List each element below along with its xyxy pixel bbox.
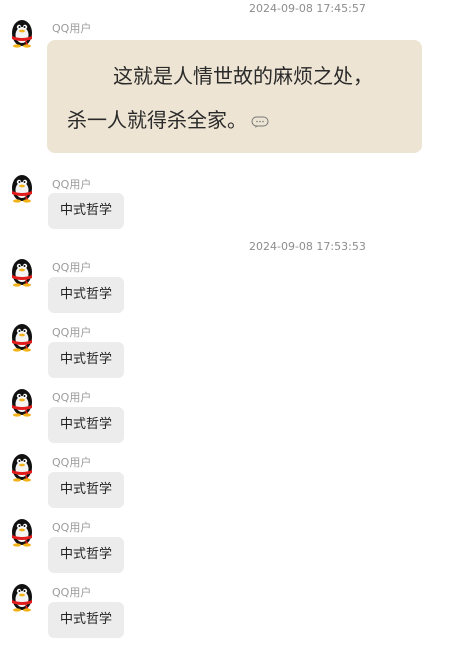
timestamp: 2024-09-08 17:53:53 (249, 240, 366, 253)
message-text-line: 杀一人就得杀全家。 (67, 104, 269, 133)
sender-name: QQ用户 (52, 326, 92, 339)
avatar-qq-penguin-icon[interactable] (8, 517, 36, 547)
avatar-qq-penguin-icon[interactable] (8, 257, 36, 287)
message-bubble[interactable]: 中式哲学 (48, 602, 125, 638)
avatar-qq-penguin-icon[interactable] (8, 18, 36, 48)
avatar-qq-penguin-icon[interactable] (8, 452, 36, 482)
avatar-qq-penguin-icon[interactable] (8, 387, 36, 417)
sender-name: QQ用户 (52, 178, 92, 191)
avatar-qq-penguin-icon[interactable] (8, 173, 36, 203)
emoji-bubble-icon (251, 116, 269, 128)
message-bubble[interactable]: 这就是人情世故的麻烦之处， 杀一人就得杀全家。 (47, 40, 422, 153)
message-bubble[interactable]: 中式哲学 (48, 193, 125, 229)
sender-name: QQ用户 (52, 391, 92, 404)
sender-name: QQ用户 (52, 22, 92, 35)
avatar-qq-penguin-icon[interactable] (8, 582, 36, 612)
sender-name: QQ用户 (52, 586, 92, 599)
sender-name: QQ用户 (52, 521, 92, 534)
message-text-line: 这就是人情世故的麻烦之处， (113, 64, 373, 88)
avatar-qq-penguin-icon[interactable] (8, 322, 36, 352)
timestamp: 2024-09-08 17:45:57 (249, 2, 366, 15)
message-bubble[interactable]: 中式哲学 (48, 342, 125, 378)
message-bubble[interactable]: 中式哲学 (48, 472, 125, 508)
sender-name: QQ用户 (52, 456, 92, 469)
message-bubble[interactable]: 中式哲学 (48, 277, 125, 313)
sender-name: QQ用户 (52, 261, 92, 274)
message-bubble[interactable]: 中式哲学 (48, 407, 125, 443)
message-bubble[interactable]: 中式哲学 (48, 537, 125, 573)
